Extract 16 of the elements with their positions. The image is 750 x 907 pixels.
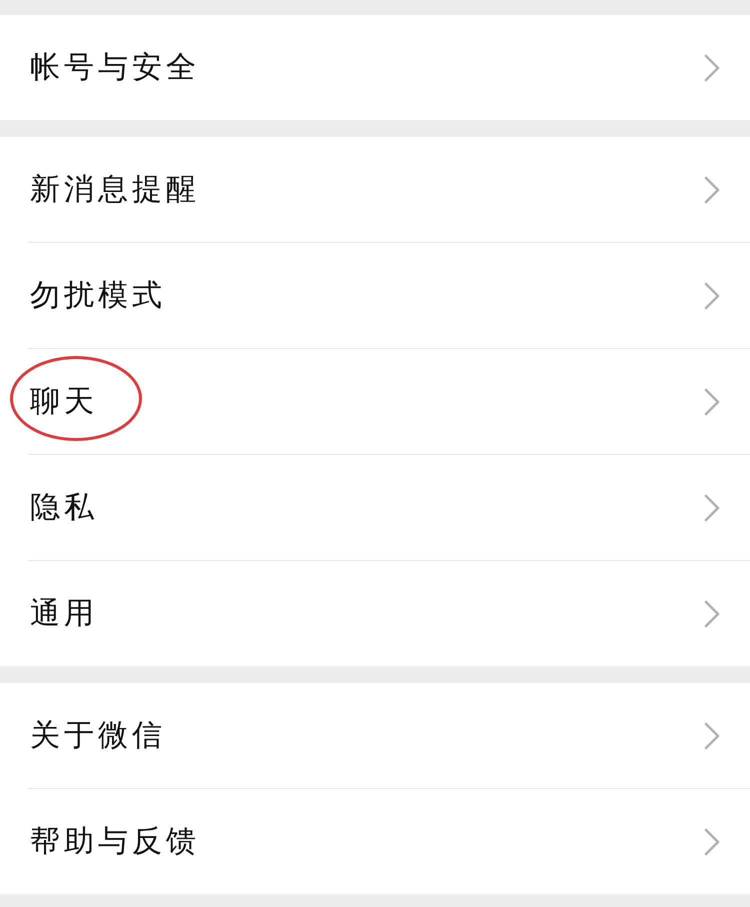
chevron-right-icon [704, 176, 720, 204]
settings-row[interactable]: 帮助与反馈 [0, 789, 750, 894]
settings-row[interactable]: 帐号与安全 [0, 15, 750, 120]
settings-row[interactable]: 新消息提醒 [0, 137, 750, 242]
chevron-right-icon [704, 54, 720, 82]
chevron-right-icon [704, 600, 720, 628]
chevron-right-icon [704, 388, 720, 416]
settings-row[interactable]: 通用 [0, 561, 750, 666]
settings-row[interactable]: 关于微信 [0, 683, 750, 788]
chevron-right-icon [704, 282, 720, 310]
chevron-right-icon [704, 828, 720, 856]
settings-row[interactable]: 聊天 [0, 349, 750, 454]
settings-row[interactable]: 隐私 [0, 455, 750, 560]
settings-row[interactable]: 勿扰模式 [0, 243, 750, 348]
chevron-right-icon [704, 494, 720, 522]
chevron-right-icon [704, 722, 720, 750]
